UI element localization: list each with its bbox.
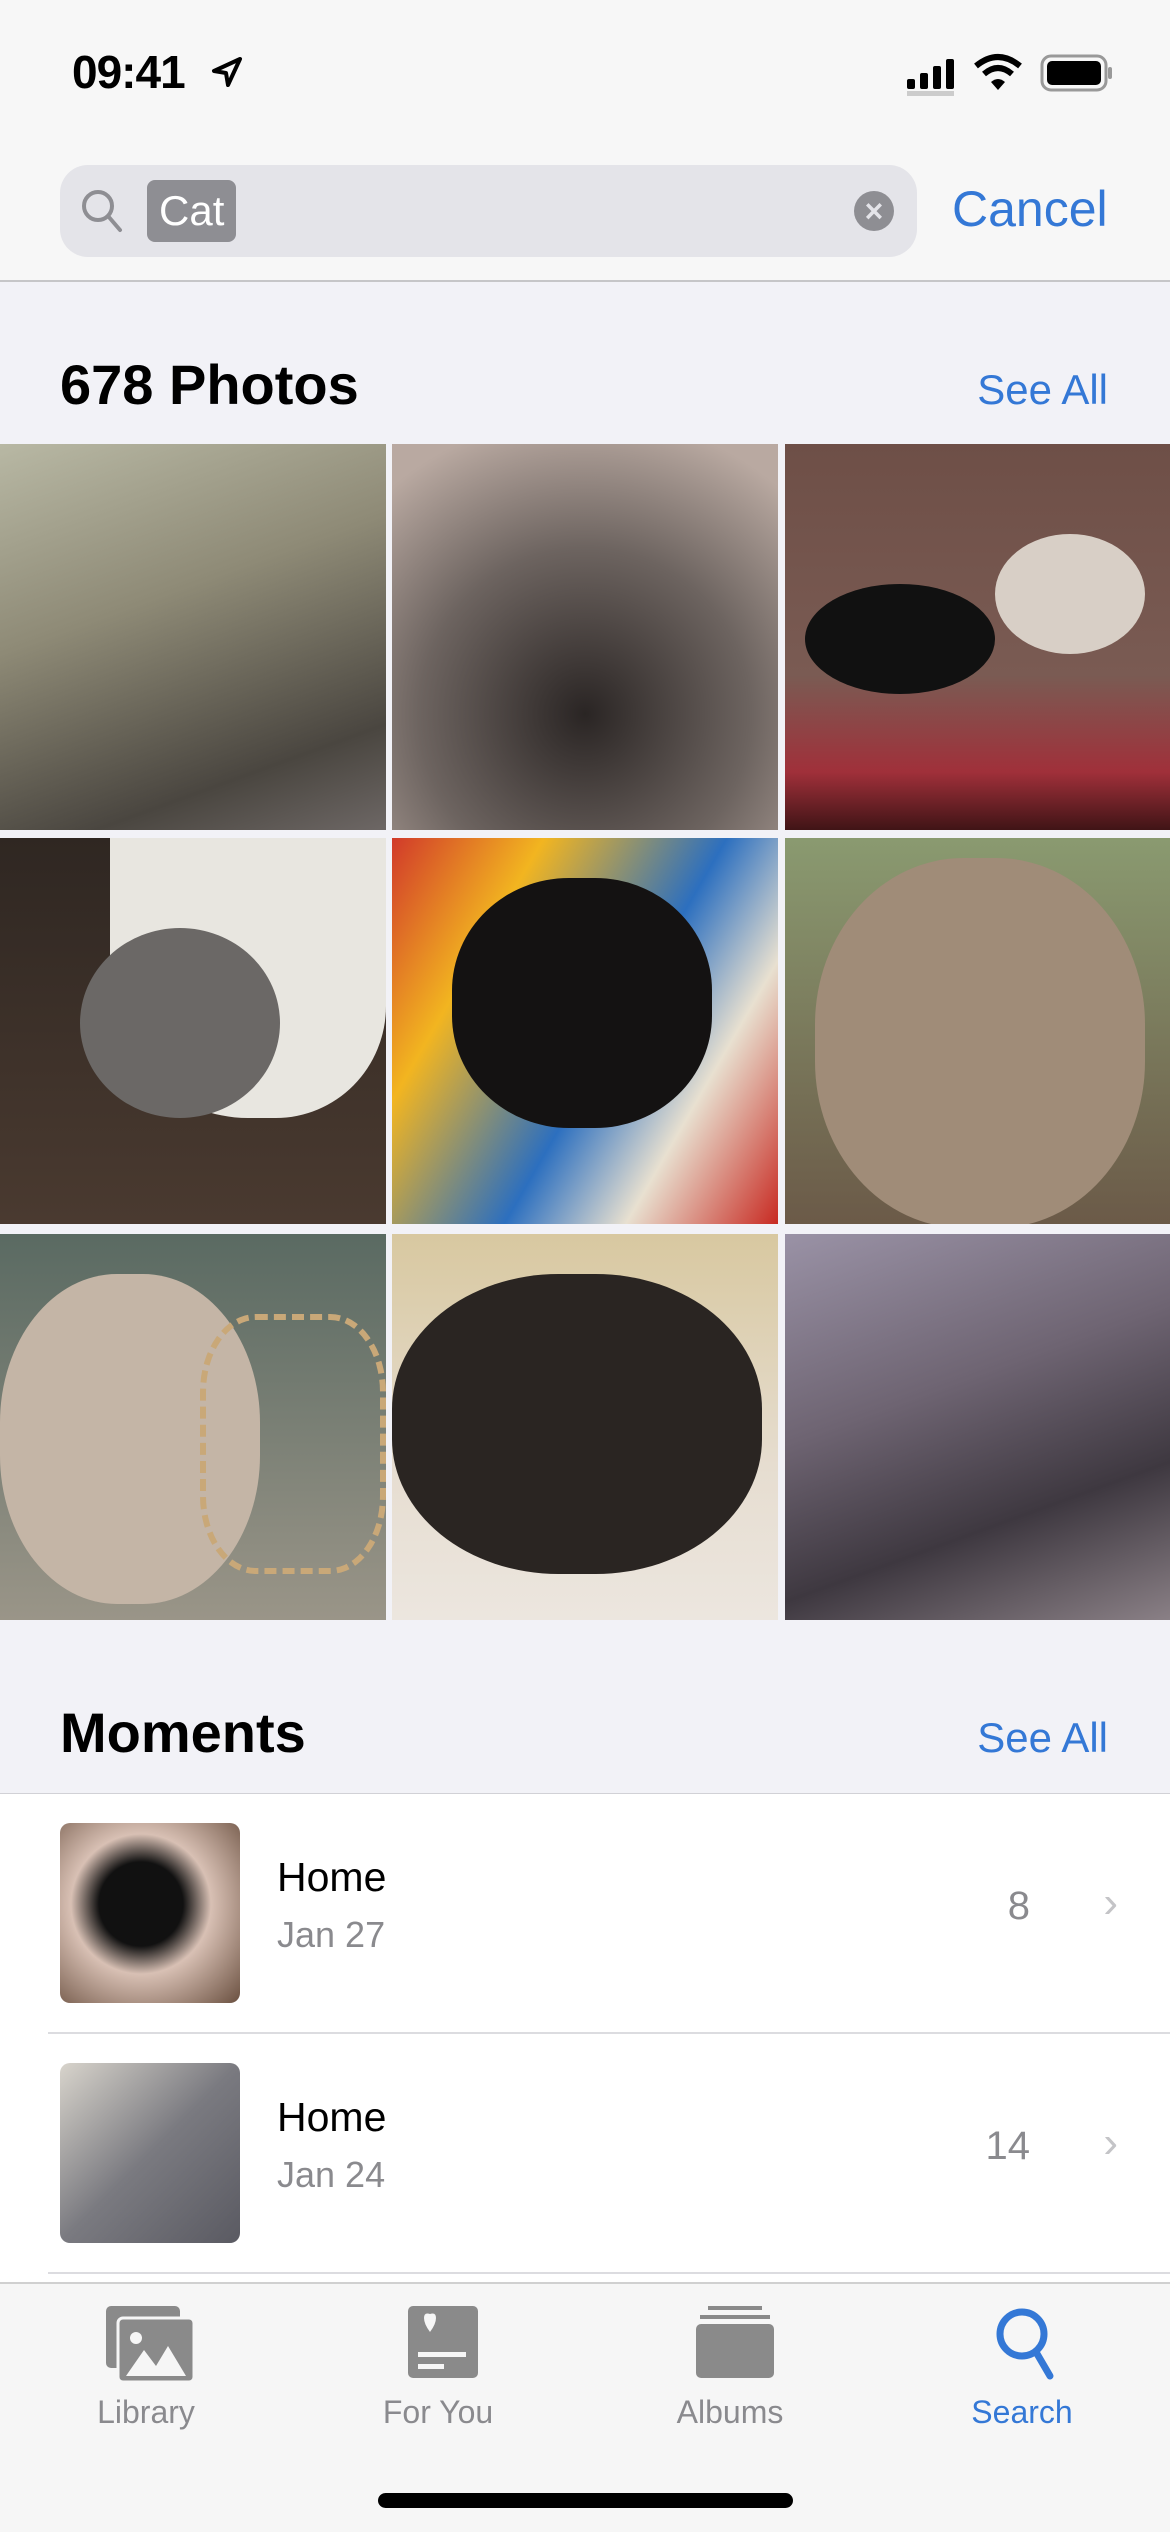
moment-thumbnail xyxy=(60,1823,240,2003)
chevron-right-icon: › xyxy=(1103,2118,1118,2167)
tab-label: Library xyxy=(97,2394,195,2430)
divider xyxy=(48,2272,1170,2274)
moment-title: Home xyxy=(277,1854,387,1900)
moments-see-all-link[interactable]: See All xyxy=(977,1714,1108,1762)
wifi-icon xyxy=(974,54,1022,90)
moment-thumbnail xyxy=(60,2063,240,2243)
photos-see-all-link[interactable]: See All xyxy=(977,366,1108,414)
photo-thumbnail[interactable] xyxy=(392,838,778,1224)
tab-for-you[interactable]: For You xyxy=(292,2284,584,2484)
photo-thumbnail[interactable] xyxy=(392,1234,778,1620)
clear-search-button[interactable]: × xyxy=(854,191,894,231)
tab-library[interactable]: Library xyxy=(0,2284,292,2484)
photo-thumbnail[interactable] xyxy=(785,444,1170,830)
location-arrow-icon xyxy=(212,57,242,87)
tab-albums[interactable]: Albums xyxy=(584,2284,876,2484)
photo-thumbnail[interactable] xyxy=(0,1234,386,1620)
moment-date: Jan 24 xyxy=(277,2154,386,2195)
search-icon xyxy=(82,190,122,232)
moment-count: 8 xyxy=(1007,1884,1030,1928)
moment-row[interactable]: Home Jan 24 14 › xyxy=(0,2034,1170,2274)
status-time: 09:41 xyxy=(72,46,186,98)
photos-section-title: 678 Photos xyxy=(60,353,359,416)
cellular-signal-icon xyxy=(907,59,954,96)
moment-row[interactable]: Home Jan 27 8 › xyxy=(0,1794,1170,2034)
chevron-right-icon: › xyxy=(1103,1878,1118,1927)
battery-icon xyxy=(1040,54,1112,92)
albums-icon xyxy=(696,2306,774,2378)
moment-count: 14 xyxy=(985,2124,1031,2168)
search-token[interactable]: Cat xyxy=(147,180,237,242)
photo-thumbnail[interactable] xyxy=(785,1234,1170,1620)
tab-label: For You xyxy=(382,2394,494,2430)
photo-thumbnail[interactable] xyxy=(0,444,386,830)
heart-card-icon xyxy=(408,2306,478,2378)
tab-search[interactable]: Search xyxy=(876,2284,1168,2484)
cancel-button[interactable]: Cancel xyxy=(952,180,1108,238)
tab-label: Search xyxy=(971,2394,1073,2430)
photo-thumbnail[interactable] xyxy=(785,838,1170,1224)
moments-section-title: Moments xyxy=(60,1701,306,1764)
photo-thumbnail[interactable] xyxy=(0,838,386,1224)
search-icon xyxy=(996,2308,1054,2380)
tab-label: Albums xyxy=(676,2394,784,2430)
photo-thumbnail[interactable] xyxy=(392,444,778,830)
moments-list: Home Jan 27 8 › Home Jan 24 14 › xyxy=(0,1793,1170,2283)
photo-stack-icon xyxy=(106,2306,196,2384)
moment-date: Jan 27 xyxy=(277,1914,386,1955)
moment-title: Home xyxy=(277,2094,387,2140)
home-indicator[interactable] xyxy=(378,2493,793,2508)
